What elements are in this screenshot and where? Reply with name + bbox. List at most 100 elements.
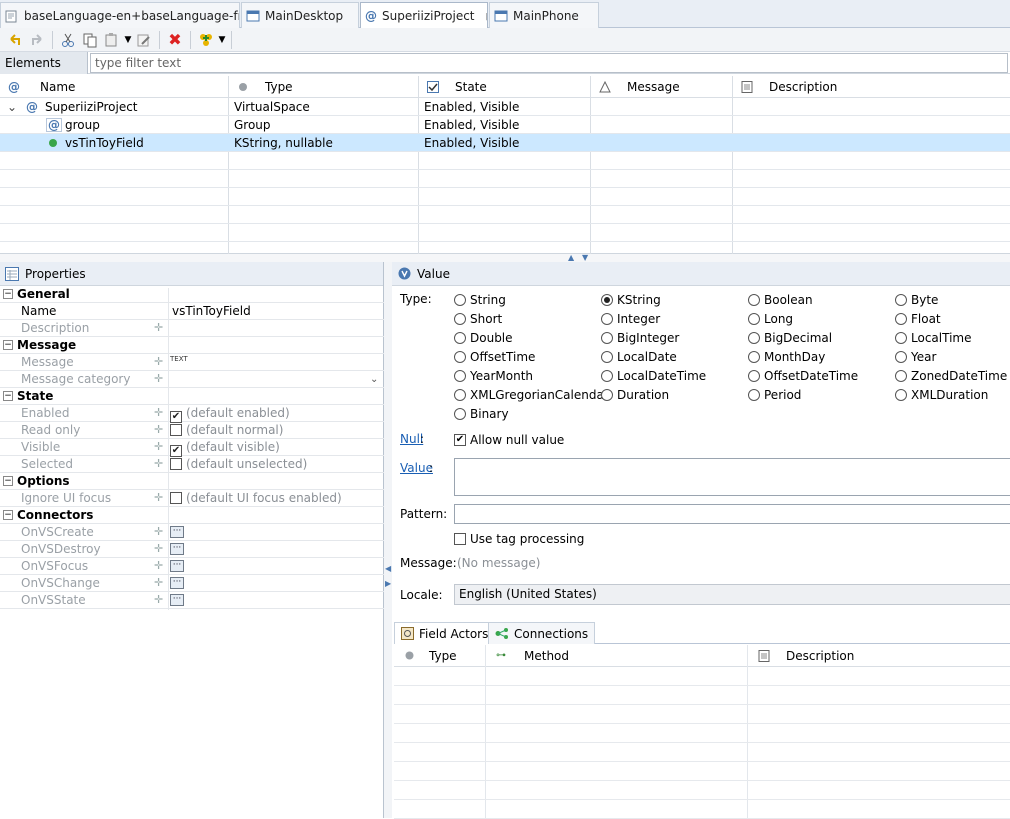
type-radio-duration[interactable]: Duration	[601, 385, 669, 404]
ellipsis-button[interactable]: ···	[170, 594, 184, 606]
name-value-field[interactable]: vsTinToyField	[172, 303, 251, 320]
tree-row-selected[interactable]: vsTinToyField KString, nullable Enabled,…	[0, 134, 1010, 152]
chevron-down-icon[interactable]: ▼	[217, 30, 227, 50]
ellipsis-button[interactable]: ···	[170, 577, 184, 589]
column-header-type[interactable]: Type	[229, 76, 419, 98]
radio-icon[interactable]	[601, 388, 613, 401]
checkbox-icon[interactable]	[454, 532, 466, 545]
column-header-state[interactable]: State	[419, 76, 591, 98]
radio-icon[interactable]	[454, 293, 466, 306]
copy-icon[interactable]	[79, 30, 101, 50]
type-radio-long[interactable]: Long	[748, 309, 793, 328]
radio-icon[interactable]	[895, 350, 907, 363]
undo-icon[interactable]	[4, 30, 26, 50]
property-ignore-ui-focus[interactable]: Ignore UI focus ✛ (default UI focus enab…	[0, 490, 384, 507]
plus-icon[interactable]: ✛	[154, 424, 164, 435]
type-radio-binary[interactable]: Binary	[454, 404, 509, 423]
cut-icon[interactable]	[57, 30, 79, 50]
type-radio-biginteger[interactable]: BigInteger	[601, 328, 679, 347]
column-header-type[interactable]: Type	[394, 645, 486, 667]
group-options[interactable]: − Options	[0, 473, 384, 490]
plus-icon[interactable]: ✛	[154, 543, 164, 554]
property-connector[interactable]: OnVSDestroy ✛ ···	[0, 541, 384, 558]
collapse-icon[interactable]: −	[3, 476, 13, 486]
type-radio-xmlduration[interactable]: XMLDuration	[895, 385, 988, 404]
type-radio-period[interactable]: Period	[748, 385, 801, 404]
radio-icon[interactable]	[601, 312, 613, 325]
plus-icon[interactable]: ✛	[154, 322, 164, 333]
radio-icon[interactable]	[454, 350, 466, 363]
property-description[interactable]: Description ✛	[0, 320, 384, 337]
radio-icon[interactable]	[748, 312, 760, 325]
property-connector[interactable]: OnVSState ✛ ···	[0, 592, 384, 609]
tab-main-desktop[interactable]: MainDesktop	[241, 2, 359, 28]
type-radio-string[interactable]: String	[454, 290, 506, 309]
ellipsis-button[interactable]: ···	[170, 543, 184, 555]
collapse-icon[interactable]: −	[3, 340, 13, 350]
tab-superiizi-project[interactable]: @ SuperiiziProject ⊠	[360, 2, 488, 29]
radio-icon[interactable]	[601, 293, 613, 306]
type-radio-float[interactable]: Float	[895, 309, 941, 328]
radio-icon[interactable]	[895, 388, 907, 401]
radio-icon[interactable]	[748, 350, 760, 363]
type-radio-byte[interactable]: Byte	[895, 290, 938, 309]
radio-icon[interactable]	[748, 388, 760, 401]
plus-icon[interactable]: ✛	[154, 526, 164, 537]
tab-field-actors[interactable]: Field Actors	[394, 622, 496, 644]
type-radio-double[interactable]: Double	[454, 328, 513, 347]
column-header-description[interactable]: Description	[733, 76, 1010, 98]
type-radio-yearmonth[interactable]: YearMonth	[454, 366, 533, 385]
radio-icon[interactable]	[454, 312, 466, 325]
tree-row[interactable]: ⌄ @ SuperiiziProject VirtualSpace Enable…	[0, 98, 1010, 116]
allow-null-checkbox[interactable]: ✔ Allow null value	[454, 430, 564, 449]
type-radio-zoneddatetime[interactable]: ZonedDateTime	[895, 366, 1007, 385]
group-message[interactable]: − Message	[0, 337, 384, 354]
type-radio-short[interactable]: Short	[454, 309, 502, 328]
radio-icon[interactable]	[895, 369, 907, 382]
collapse-right-icon[interactable]: ▶	[385, 579, 391, 588]
value-link[interactable]: Value	[400, 461, 433, 475]
property-connector[interactable]: OnVSChange ✛ ···	[0, 575, 384, 592]
property-connector[interactable]: OnVSCreate ✛ ···	[0, 524, 384, 541]
type-radio-xmlgregoriancalendar[interactable]: XMLGregorianCalendar	[454, 385, 609, 404]
type-radio-monthday[interactable]: MonthDay	[748, 347, 825, 366]
property-connector[interactable]: OnVSFocus ✛ ···	[0, 558, 384, 575]
group-state[interactable]: − State	[0, 388, 384, 405]
checkbox-icon[interactable]: ✔	[454, 433, 466, 446]
plus-icon[interactable]: ✛	[154, 594, 164, 605]
vertical-splitter[interactable]: ◀ ▶	[384, 262, 392, 818]
property-selected[interactable]: Selected ✛ (default unselected)	[0, 456, 384, 473]
plus-icon[interactable]: ✛	[154, 492, 164, 503]
radio-icon[interactable]	[601, 350, 613, 363]
tab-main-phone[interactable]: MainPhone	[489, 2, 599, 28]
type-radio-year[interactable]: Year	[895, 347, 936, 366]
column-header-name[interactable]: @ Name	[0, 76, 229, 98]
type-radio-localdatetime[interactable]: LocalDateTime	[601, 366, 706, 385]
type-radio-boolean[interactable]: Boolean	[748, 290, 813, 309]
type-radio-bigdecimal[interactable]: BigDecimal	[748, 328, 832, 347]
value-textarea[interactable]	[454, 458, 1010, 496]
use-tag-processing-checkbox[interactable]: Use tag processing	[454, 529, 584, 548]
collapse-icon[interactable]: −	[3, 510, 13, 520]
type-radio-localdate[interactable]: LocalDate	[601, 347, 677, 366]
property-read-only[interactable]: Read only ✛ (default normal)	[0, 422, 384, 439]
property-visible[interactable]: Visible ✛ ✔ (default visible)	[0, 439, 384, 457]
delete-icon[interactable]: ✖	[164, 30, 186, 50]
group-general[interactable]: − General	[0, 286, 384, 303]
property-message-category[interactable]: Message category ✛ ⌄	[0, 371, 384, 388]
ignore-focus-checkbox[interactable]	[170, 492, 182, 504]
radio-icon[interactable]	[601, 369, 613, 382]
column-header-description[interactable]: Description	[748, 645, 1010, 667]
plus-icon[interactable]: ✛	[154, 441, 164, 452]
radio-icon[interactable]	[454, 388, 466, 401]
horizontal-splitter[interactable]: ▲ ▼	[0, 253, 1010, 262]
plus-icon[interactable]: ✛	[154, 458, 164, 469]
type-radio-integer[interactable]: Integer	[601, 309, 660, 328]
tab-language[interactable]: baseLanguage-en+baseLanguage-fr	[0, 2, 240, 28]
column-header-method[interactable]: ⊶ Method	[486, 645, 748, 667]
radio-icon[interactable]	[895, 331, 907, 344]
selected-checkbox[interactable]	[170, 458, 182, 470]
tab-connections[interactable]: Connections	[488, 622, 596, 644]
tree-row[interactable]: @ group Group Enabled, Visible	[0, 116, 1010, 134]
read-only-checkbox[interactable]	[170, 424, 182, 436]
